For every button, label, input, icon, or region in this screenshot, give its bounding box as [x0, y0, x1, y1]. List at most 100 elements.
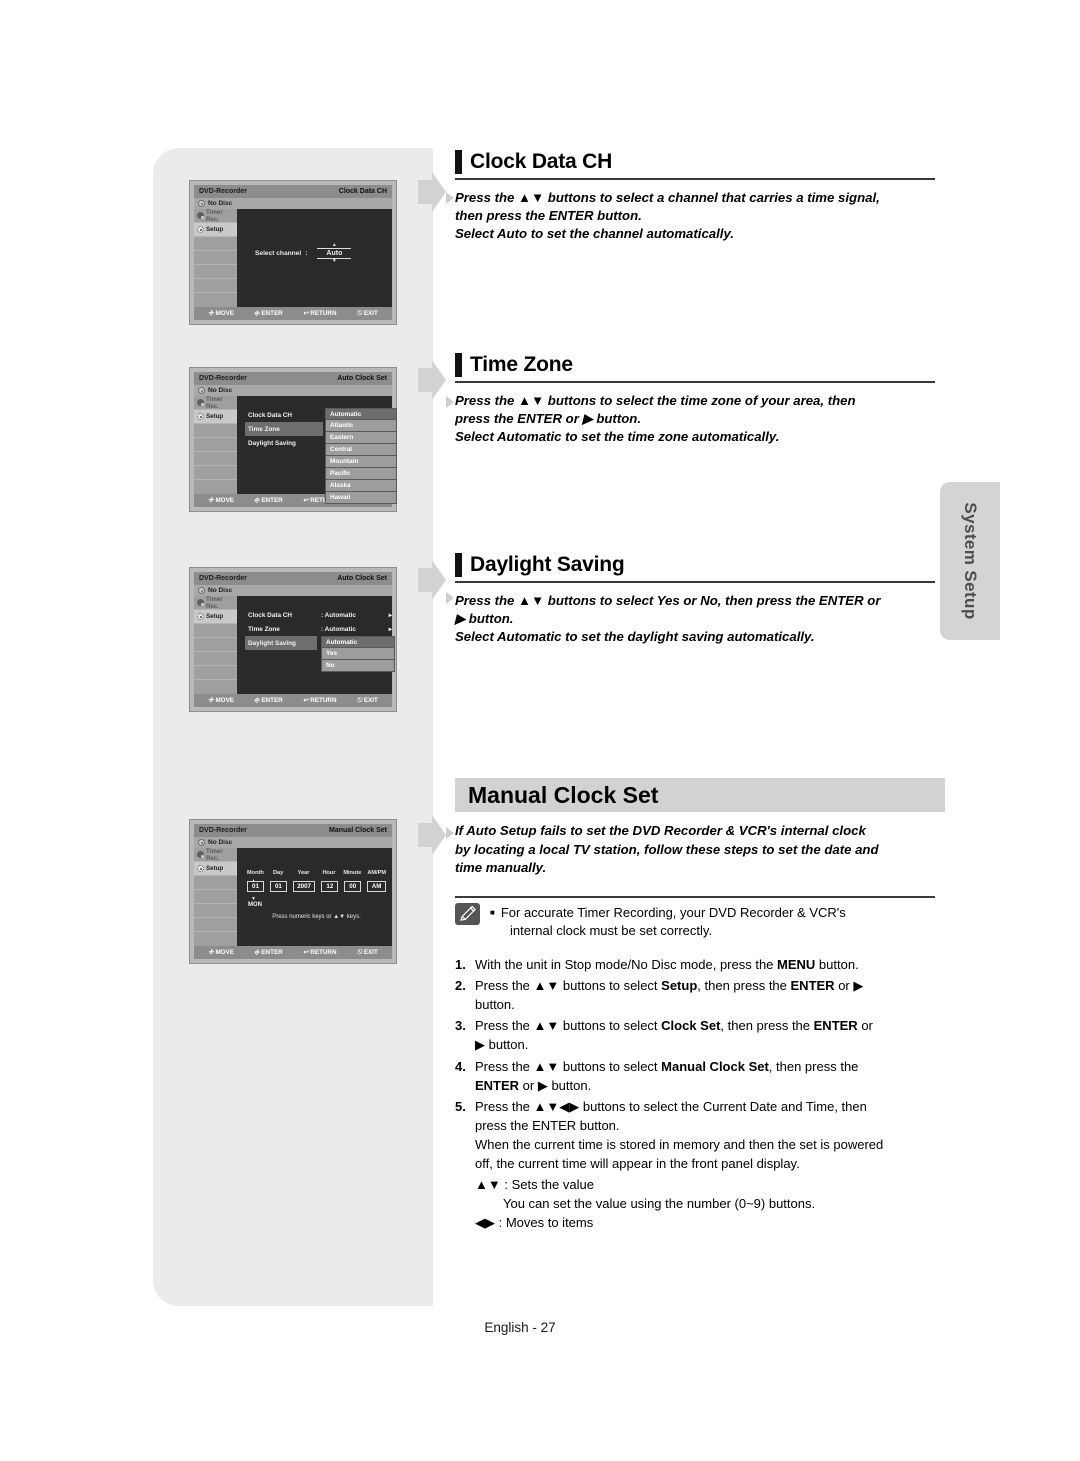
menu-item-clock-data-ch[interactable]: Clock Data CH [245, 608, 317, 622]
select-channel-label: Select channel [255, 250, 302, 257]
disc-icon [198, 200, 205, 207]
option-item[interactable]: Mountain [325, 456, 397, 468]
footer-text: English - 27 [484, 1320, 556, 1335]
osd-header-right: Clock Data CH [338, 188, 387, 195]
horizontal-rule [455, 896, 935, 898]
osd-sidebar-item-timer-rec[interactable]: Timer Rec. [194, 848, 237, 862]
osd-header-right: Manual Clock Set [329, 827, 387, 834]
spinner-down-icon[interactable]: ▼ [332, 259, 337, 264]
option-item[interactable]: Eastern [325, 432, 397, 444]
osd-sidebar: Timer Rec. Setup [194, 209, 237, 307]
manual-clock-hint: Press numeric keys or ▲▼ keys. [272, 914, 361, 920]
gear-icon [197, 613, 204, 620]
gear-icon [197, 226, 204, 233]
osd-hint-enter: ⎆ ENTER [254, 496, 283, 505]
menu-item-time-zone[interactable]: Time Zone [245, 422, 323, 436]
osd-brand: DVD-Recorder [199, 188, 247, 195]
field-year[interactable]: 2007 [292, 881, 316, 892]
field-day[interactable]: 01 [269, 881, 287, 892]
osd-screenshot-clock-data-ch: DVD-Recorder Clock Data CH No Disc Timer… [189, 180, 397, 325]
osd-sidebar-blank [194, 638, 237, 652]
timer-icon [197, 212, 204, 219]
option-item[interactable]: Alaska [325, 480, 397, 492]
option-item[interactable]: Atlantic [325, 420, 397, 432]
dpad-icon: ✣ [208, 949, 214, 956]
chevron-right-icon: ▸ [388, 612, 392, 619]
intro-line: time manually. [455, 860, 547, 876]
section-bar [455, 553, 462, 577]
option-item[interactable]: Pacific [325, 468, 397, 480]
osd-sidebar: Timer Rec. Setup [194, 848, 237, 946]
body-line: Press the ▲▼ buttons to select the time … [455, 393, 856, 408]
note-line: internal clock must be set correctly. [510, 923, 713, 939]
bullet-arrow-clock-data-ch [446, 192, 455, 204]
field-minute[interactable]: 00 [344, 881, 362, 892]
dpad-icon: ✣ [208, 697, 214, 704]
exit-icon: ⎋ [356, 309, 362, 317]
menu-item-clock-data-ch[interactable]: Clock Data CH [245, 408, 323, 422]
osd-sidebar-blank [194, 279, 237, 293]
label-hour: Hour [322, 870, 336, 876]
section-header: Time Zone [455, 353, 935, 383]
option-item[interactable]: Hawaii [325, 492, 397, 504]
osd-hint-exit: ⎋EXIT [356, 948, 378, 957]
note-block: ■ For accurate Timer Recording, your DVD … [455, 903, 935, 941]
manual-clock-set-title: Manual Clock Set [468, 781, 659, 808]
osd-sidebar-item-timer-rec[interactable]: Timer Rec. [194, 596, 237, 610]
osd-title-bar: DVD-Recorder Manual Clock Set [194, 824, 392, 837]
manual-clock-set-banner: Manual Clock Set [455, 778, 945, 812]
channel-spinner[interactable]: ▲ Auto ▼ [317, 243, 352, 264]
osd-header-right: Auto Clock Set [337, 575, 387, 582]
body-line: Select Automatic to set the time zone au… [455, 429, 780, 445]
osd-hint-enter: ⎆ ENTER [254, 309, 283, 318]
osd-sidebar-item-timer-rec[interactable]: Timer Rec. [194, 209, 237, 223]
page-footer: English - 27 [0, 1320, 1080, 1335]
option-item[interactable]: Yes [321, 648, 395, 660]
body-line: then press the ENTER button. [455, 208, 642, 224]
side-tab-system-setup: System Setup [940, 482, 1000, 640]
return-icon: ↩ [303, 497, 309, 504]
osd-hint-return: ↩ RETURN [303, 697, 337, 704]
osd-hint-return: ↩ RETURN [303, 949, 337, 956]
osd-sidebar-item-timer-rec[interactable]: Timer Rec. [194, 396, 237, 410]
option-item[interactable]: No [321, 660, 395, 672]
osd-sidebar-item-setup[interactable]: Setup [194, 610, 237, 624]
osd-sidebar-item-setup[interactable]: Setup [194, 410, 237, 424]
osd-sidebar: Timer Rec. Setup [194, 396, 237, 494]
osd-sidebar-label: Timer Rec. [206, 208, 223, 223]
month-up-icon[interactable]: ▲ [251, 878, 256, 884]
osd-sidebar-blank [194, 237, 237, 251]
osd-sidebar: Timer Rec. Setup [194, 596, 237, 694]
osd-sidebar-item-setup[interactable]: Setup [194, 223, 237, 237]
body-line: Select Automatic to set the daylight sav… [455, 629, 815, 645]
exit-icon: ⎋ [356, 696, 362, 704]
osd-hint-move: ✣ MOVE [208, 310, 234, 317]
osd-hint-return: ↩ RETURN [303, 310, 337, 317]
label-year: Year [297, 870, 310, 876]
menu-item-daylight-saving[interactable]: Daylight Saving [245, 436, 323, 450]
manual-clock-set-intro: If Auto Setup fails to set the DVD Recor… [455, 822, 935, 878]
enter-icon: ⎆ [254, 496, 260, 504]
option-item[interactable]: Automatic [321, 636, 395, 648]
bullet-arrow-daylight [446, 592, 455, 604]
osd-sidebar-label: Timer Rec. [206, 847, 223, 862]
section-bar [455, 150, 462, 174]
osd-main-panel: Month Day Year Hour Minute AM/PM 01 01 2… [237, 848, 392, 946]
field-ampm[interactable]: AM [367, 881, 386, 892]
manual-clock-field-labels: Month Day Year Hour Minute AM/PM [247, 870, 386, 876]
osd-sidebar-blank [194, 652, 237, 666]
step-text: Press the ▲▼◀▶ buttons to select the Cur… [475, 1098, 884, 1172]
option-item[interactable]: Central [325, 444, 397, 456]
option-item[interactable]: Automatic [325, 408, 397, 420]
osd-brand: DVD-Recorder [199, 575, 247, 582]
menu-item-time-zone[interactable]: Time Zone [245, 622, 317, 636]
enter-icon: ⎆ [254, 948, 260, 956]
step-item: 3. Press the ▲▼ buttons to select Clock … [455, 1016, 935, 1054]
field-hour[interactable]: 12 [321, 881, 339, 892]
osd-brand: DVD-Recorder [199, 375, 247, 382]
step-text: Press the ▲▼ buttons to select Setup, th… [475, 978, 864, 1013]
intro-line: by locating a local TV station, follow t… [455, 841, 879, 857]
menu-item-daylight-saving[interactable]: Daylight Saving [245, 636, 317, 650]
osd-sidebar-item-setup[interactable]: Setup [194, 862, 237, 876]
osd-brand: DVD-Recorder [199, 827, 247, 834]
